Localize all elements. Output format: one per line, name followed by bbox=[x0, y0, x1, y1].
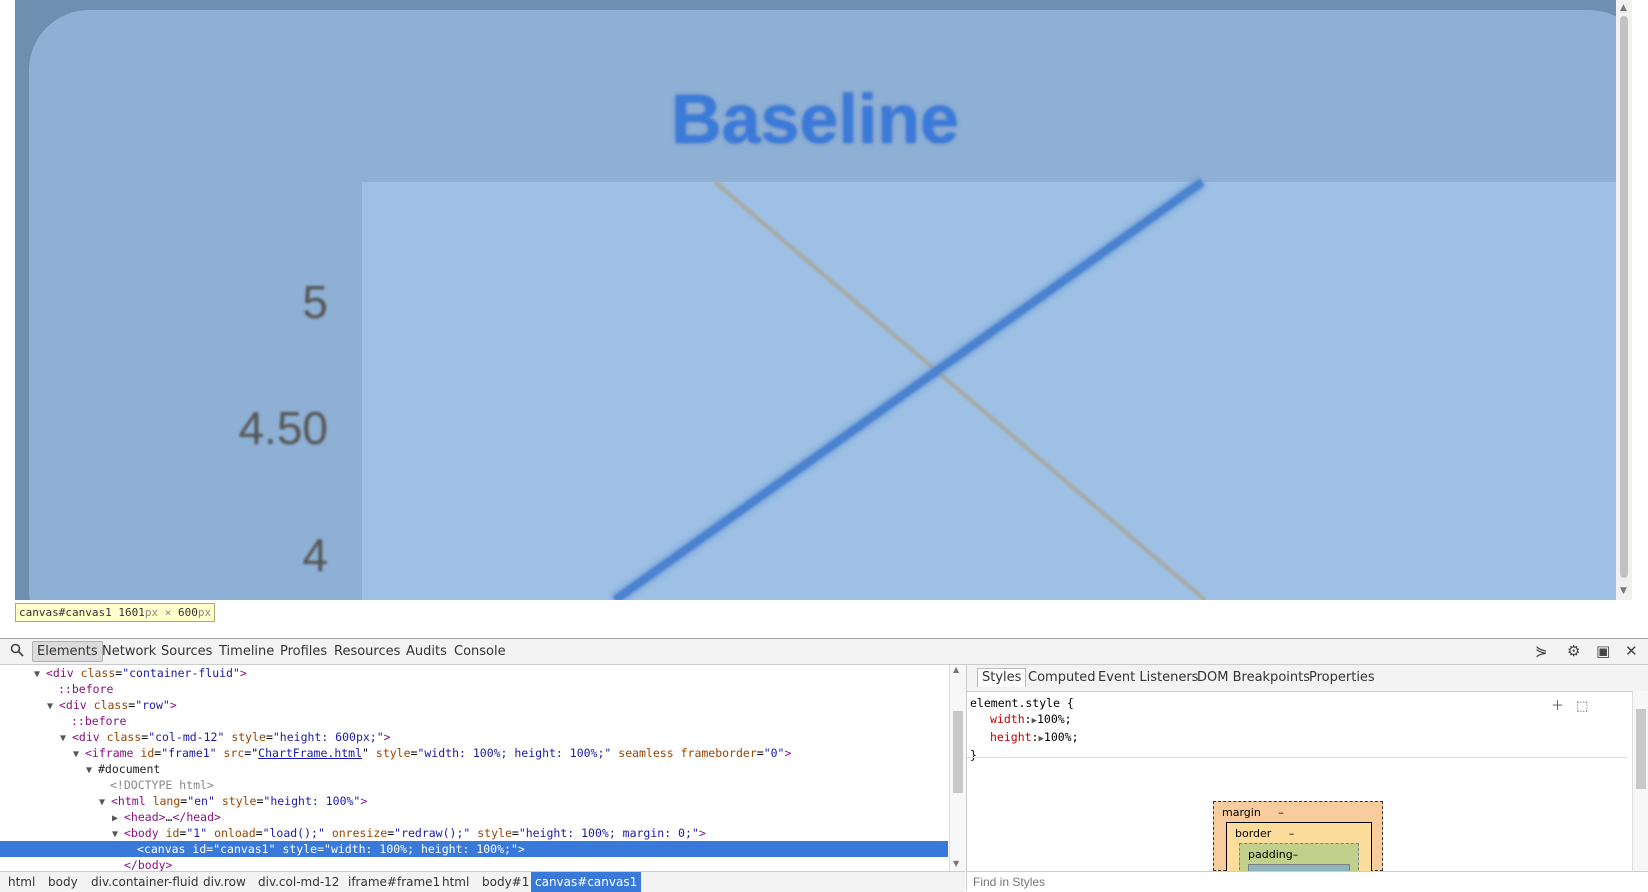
find-in-styles-bar bbox=[967, 871, 1648, 892]
scroll-down-icon[interactable]: ▼ bbox=[953, 859, 959, 868]
dock-icon[interactable]: ▣ bbox=[1596, 642, 1610, 660]
style-property[interactable]: height:▶100%; bbox=[970, 729, 1079, 747]
add-rule-icon[interactable]: ＋ bbox=[1551, 699, 1564, 714]
box-model-border-label: border – bbox=[1235, 827, 1295, 840]
dom-scrollbar[interactable]: ▲ ▼ bbox=[949, 665, 966, 871]
element-inspect-tooltip: canvas#canvas1 1601px × 600px bbox=[15, 603, 216, 622]
page-scrollbar[interactable]: ▲ ▼ bbox=[1616, 0, 1632, 600]
plot-area bbox=[362, 182, 1616, 600]
scrollbar-thumb[interactable] bbox=[1620, 16, 1628, 578]
styles-scrollbar[interactable] bbox=[1632, 691, 1648, 871]
box-model-padding-label: padding– bbox=[1248, 848, 1299, 861]
tab-sources[interactable]: Sources bbox=[157, 642, 216, 661]
styles-actions: ＋ ⬚ bbox=[1551, 695, 1588, 714]
rule-selector: element.style { bbox=[970, 696, 1074, 710]
chart-title: Baseline bbox=[671, 80, 959, 158]
tab-resources[interactable]: Resources bbox=[330, 642, 404, 661]
breadcrumb-item[interactable]: div.col-md-12 bbox=[254, 874, 343, 890]
tab-event-listeners[interactable]: Event Listeners bbox=[1094, 669, 1202, 687]
dom-node[interactable]: ::before bbox=[0, 713, 948, 729]
devtools-panel: Elements Network Sources Timeline Profil… bbox=[0, 638, 1648, 892]
close-icon[interactable]: ✕ bbox=[1625, 642, 1638, 660]
dom-node[interactable]: ▼ <div class="col-md-12" style="height: 6… bbox=[0, 729, 948, 745]
page-viewport: Baseline Baseline 5 4.50 4 ▲ ▼ canvas#ca… bbox=[0, 0, 1648, 638]
tooltip-width-unit: px bbox=[144, 606, 159, 619]
tab-profiles[interactable]: Profiles bbox=[276, 642, 331, 661]
rule-close: } bbox=[970, 748, 977, 762]
styles-tabbar: Styles Computed Event Listeners DOM Brea… bbox=[967, 665, 1648, 692]
dom-node-selected[interactable]: <canvas id="canvas1" style="width: 100%;… bbox=[0, 841, 948, 857]
y-tick-label: 5 bbox=[302, 276, 328, 328]
breadcrumb-item[interactable]: html bbox=[4, 874, 39, 890]
tooltip-selector: canvas#canvas1 bbox=[19, 606, 112, 619]
dom-node[interactable]: </body> bbox=[0, 857, 948, 871]
breadcrumb-item[interactable]: iframe#frame1 bbox=[344, 874, 444, 890]
dom-node[interactable]: ▶ <head>…</head> bbox=[0, 809, 948, 825]
dom-node[interactable]: ▼ #document bbox=[0, 761, 948, 777]
breadcrumb-item[interactable]: body bbox=[44, 874, 82, 890]
breadcrumb-item[interactable]: div.row bbox=[199, 874, 250, 890]
box-model-border[interactable]: border – padding– bbox=[1226, 822, 1372, 871]
box-model-padding[interactable]: padding– bbox=[1239, 843, 1359, 871]
tab-elements[interactable]: Elements bbox=[32, 641, 103, 662]
toggle-element-state-icon[interactable]: ⬚ bbox=[1576, 699, 1588, 714]
inspect-search-icon[interactable] bbox=[10, 643, 24, 661]
breadcrumb-item[interactable]: div.container-fluid bbox=[87, 874, 202, 890]
drawer-toggle-icon[interactable]: ⋟ bbox=[1535, 642, 1548, 660]
dom-node[interactable]: ▼ <iframe id="frame1" src="ChartFrame.htm… bbox=[0, 745, 948, 761]
breadcrumb-item-active[interactable]: canvas#canvas1 bbox=[531, 872, 642, 892]
divider bbox=[967, 757, 1627, 758]
tooltip-width: 1601 bbox=[118, 606, 145, 619]
scroll-up-icon[interactable]: ▲ bbox=[953, 665, 959, 674]
box-model-diagram: margin – border – padding– bbox=[1213, 801, 1383, 871]
tab-timeline[interactable]: Timeline bbox=[215, 642, 278, 661]
devtools-toolbar: Elements Network Sources Timeline Profil… bbox=[0, 639, 1648, 665]
tooltip-times: × bbox=[164, 606, 172, 619]
breadcrumb: html body div.container-fluid div.row di… bbox=[0, 871, 965, 892]
styles-sidebar: Styles Computed Event Listeners DOM Brea… bbox=[966, 665, 1648, 892]
find-in-styles-input[interactable] bbox=[971, 874, 1575, 890]
tab-dom-breakpoints[interactable]: DOM Breakpoints bbox=[1193, 669, 1314, 687]
tab-network[interactable]: Network bbox=[98, 642, 160, 661]
box-model-margin[interactable]: margin – border – padding– bbox=[1213, 801, 1383, 871]
tab-computed[interactable]: Computed bbox=[1024, 669, 1100, 687]
box-model-margin-label: margin – bbox=[1222, 806, 1284, 819]
breadcrumb-item[interactable]: body#1 bbox=[478, 874, 533, 890]
chart-svg: Baseline Baseline 5 4.50 4 bbox=[15, 0, 1616, 600]
chart-canvas[interactable]: Baseline Baseline 5 4.50 4 bbox=[15, 0, 1616, 600]
tab-styles[interactable]: Styles bbox=[977, 668, 1027, 687]
scroll-down-icon[interactable]: ▼ bbox=[1620, 586, 1627, 596]
gear-icon[interactable]: ⚙ bbox=[1567, 642, 1580, 660]
dom-node[interactable]: ▼ <div class="container-fluid"> bbox=[0, 665, 948, 681]
dom-node[interactable]: ▼ <html lang="en" style="height: 100%"> bbox=[0, 793, 948, 809]
dom-node[interactable]: ▼ <body id="1" onload="load();" onresize=… bbox=[0, 825, 948, 841]
scrollbar-thumb[interactable] bbox=[1636, 709, 1646, 789]
y-tick-label: 4.50 bbox=[238, 402, 328, 454]
breadcrumb-item[interactable]: html bbox=[438, 874, 473, 890]
style-property[interactable]: width:▶100%; bbox=[970, 711, 1079, 729]
element-style-rule[interactable]: element.style { width:▶100%; height:▶100… bbox=[970, 695, 1079, 763]
iframe-src-link[interactable]: ChartFrame.html bbox=[258, 746, 362, 760]
tooltip-height: 600 bbox=[177, 606, 198, 619]
y-tick-label: 4 bbox=[302, 529, 328, 581]
dom-node[interactable]: <!DOCTYPE html> bbox=[0, 777, 948, 793]
dom-node[interactable]: ::before bbox=[0, 681, 948, 697]
box-model-content[interactable] bbox=[1248, 864, 1350, 871]
scrollbar-thumb[interactable] bbox=[953, 711, 963, 793]
tab-console[interactable]: Console bbox=[450, 642, 510, 661]
tab-properties[interactable]: Properties bbox=[1305, 669, 1379, 687]
tooltip-height-unit: px bbox=[197, 606, 212, 619]
dom-node[interactable]: ▼ <div class="row"> bbox=[0, 697, 948, 713]
tab-audits[interactable]: Audits bbox=[402, 642, 451, 661]
dom-tree: ▼ <div class="container-fluid"> ::before … bbox=[0, 665, 948, 871]
scroll-up-icon[interactable]: ▲ bbox=[1620, 3, 1627, 13]
